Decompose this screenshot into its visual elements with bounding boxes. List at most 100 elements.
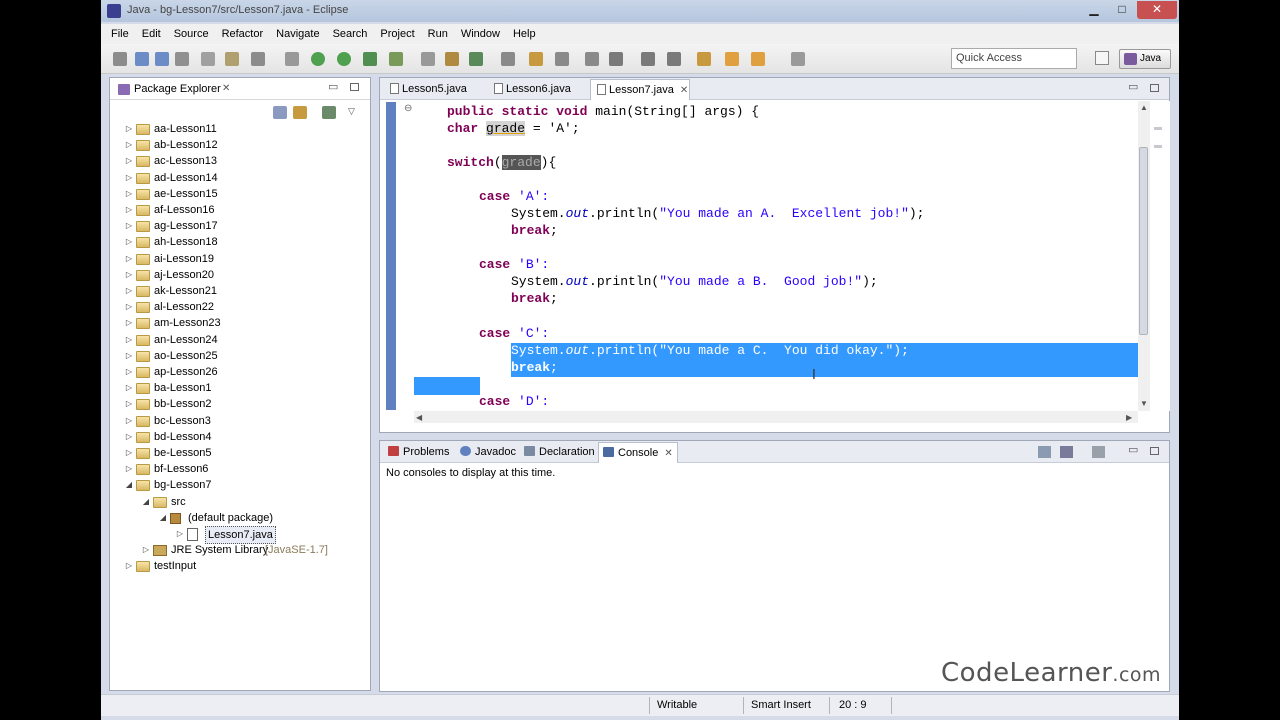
tree-item[interactable]: ▷ ak-Lesson21 <box>110 283 365 299</box>
menu-help[interactable]: Help <box>513 28 536 40</box>
java-perspective-button[interactable]: Java <box>1119 49 1171 69</box>
collapsed-chevron-icon[interactable]: ▷ <box>124 251 134 267</box>
collapsed-chevron-icon[interactable]: ▷ <box>124 461 134 477</box>
new-java-project-icon[interactable] <box>421 52 435 66</box>
menu-project[interactable]: Project <box>380 28 414 40</box>
tree-item[interactable]: ▷ ap-Lesson26 <box>110 364 365 380</box>
tree-item[interactable]: ▷ JRE System Library [JavaSE-1.7] <box>110 542 365 558</box>
tab-javadoc[interactable]: Javadoc <box>456 442 520 463</box>
menu-window[interactable]: Window <box>461 28 500 40</box>
tree-item[interactable]: ▷ bc-Lesson3 <box>110 413 365 429</box>
collapsed-chevron-icon[interactable]: ▷ <box>124 137 134 153</box>
tree-item[interactable]: ▷ ai-Lesson19 <box>110 251 365 267</box>
external-tools-icon[interactable] <box>389 52 403 66</box>
display-console-icon[interactable] <box>1060 446 1073 458</box>
tree-item[interactable]: ▷ al-Lesson22 <box>110 299 365 315</box>
back-icon[interactable] <box>725 52 739 66</box>
tree-item[interactable]: ◢ bg-Lesson7 <box>110 477 365 493</box>
tree-item[interactable]: ▷ Lesson7.java <box>110 526 365 544</box>
tree-item[interactable]: ▷ bb-Lesson2 <box>110 396 365 412</box>
close-tab-icon[interactable]: ✕ <box>664 448 672 459</box>
menu-run[interactable]: Run <box>428 28 448 40</box>
tree-item[interactable]: ▷ testInput <box>110 558 365 574</box>
collapse-all-icon[interactable] <box>273 106 287 119</box>
occurrence-marker[interactable] <box>1154 127 1162 130</box>
pin-editor-icon[interactable] <box>791 52 805 66</box>
last-edit-location-icon[interactable] <box>697 52 711 66</box>
close-button[interactable]: ✕ <box>1137 1 1177 19</box>
tree-item[interactable]: ▷ ag-Lesson17 <box>110 218 365 234</box>
tree-item[interactable]: ▷ aj-Lesson20 <box>110 267 365 283</box>
collapsed-chevron-icon[interactable]: ▷ <box>124 283 134 299</box>
expanded-chevron-icon[interactable]: ◢ <box>141 494 151 510</box>
print-icon[interactable] <box>175 52 189 66</box>
next-annotation-icon[interactable] <box>641 52 655 66</box>
tree-item[interactable]: ▷ bd-Lesson4 <box>110 429 365 445</box>
collapsed-chevron-icon[interactable]: ▷ <box>124 299 134 315</box>
tab-console[interactable]: Console ✕ <box>598 442 678 463</box>
collapsed-chevron-icon[interactable]: ▷ <box>141 542 151 558</box>
new-icon[interactable] <box>113 52 127 66</box>
maximize-editor-icon[interactable] <box>1150 84 1159 92</box>
code-area[interactable]: public static void main(String[] args) {… <box>414 101 1138 411</box>
run-icon[interactable] <box>311 52 325 66</box>
scroll-down-icon[interactable]: ▼ <box>1140 399 1148 408</box>
tree-item[interactable]: ▷ ab-Lesson12 <box>110 137 365 153</box>
quick-access-input[interactable]: Quick Access <box>951 48 1077 69</box>
focus-task-icon[interactable] <box>322 106 336 119</box>
collapsed-chevron-icon[interactable]: ▷ <box>124 202 134 218</box>
tab-declaration[interactable]: Declaration <box>520 442 599 463</box>
collapsed-chevron-icon[interactable]: ▷ <box>124 153 134 169</box>
build-icon[interactable] <box>225 52 239 66</box>
new-class-icon[interactable] <box>469 52 483 66</box>
new-package-icon[interactable] <box>445 52 459 66</box>
scroll-right-icon[interactable]: ▶ <box>1126 413 1132 422</box>
expanded-chevron-icon[interactable]: ◢ <box>124 477 134 493</box>
tree-item[interactable]: ▷ an-Lesson24 <box>110 332 365 348</box>
tree-item[interactable]: ◢ (default package) <box>110 510 365 526</box>
collapsed-chevron-icon[interactable]: ▷ <box>124 186 134 202</box>
previous-annotation-icon[interactable] <box>667 52 681 66</box>
open-task-icon[interactable] <box>529 52 543 66</box>
menu-navigate[interactable]: Navigate <box>276 28 319 40</box>
open-perspective-icon[interactable] <box>1095 51 1109 65</box>
occurrence-marker[interactable] <box>1154 145 1162 148</box>
search-icon[interactable] <box>555 52 569 66</box>
collapsed-chevron-icon[interactable]: ▷ <box>124 121 134 137</box>
collapsed-chevron-icon[interactable]: ▷ <box>124 396 134 412</box>
tree-item[interactable]: ▷ ao-Lesson25 <box>110 348 365 364</box>
minimize-console-icon[interactable]: ▭ <box>1128 443 1138 456</box>
collapsed-chevron-icon[interactable]: ▷ <box>124 170 134 186</box>
maximize-view-icon[interactable] <box>350 83 359 91</box>
maximize-button[interactable]: □ <box>1109 1 1135 19</box>
tree-item[interactable]: ▷ af-Lesson16 <box>110 202 365 218</box>
scrollbar-thumb[interactable] <box>1139 147 1148 335</box>
scroll-left-icon[interactable]: ◀ <box>416 413 422 422</box>
close-view-icon[interactable]: ✕ <box>222 83 230 94</box>
tab-lesson7[interactable]: Lesson7.java ✕ <box>590 79 690 100</box>
collapsed-chevron-icon[interactable]: ▷ <box>124 332 134 348</box>
debug-icon[interactable] <box>337 52 351 66</box>
save-icon[interactable] <box>135 52 149 66</box>
tree-item[interactable]: ▷ ae-Lesson15 <box>110 186 365 202</box>
tab-lesson6[interactable]: Lesson6.java <box>488 79 586 100</box>
menu-file[interactable]: File <box>111 28 129 40</box>
menu-refactor[interactable]: Refactor <box>222 28 264 40</box>
close-tab-icon[interactable]: ✕ <box>680 85 688 96</box>
tab-problems[interactable]: Problems <box>384 442 453 463</box>
step-icon[interactable] <box>285 52 299 66</box>
minimize-button[interactable]: ▁ <box>1081 1 1107 19</box>
maximize-console-icon[interactable] <box>1150 447 1159 455</box>
collapsed-chevron-icon[interactable]: ▷ <box>124 234 134 250</box>
editor-horizontal-scrollbar[interactable]: ◀ ▶ <box>414 411 1138 423</box>
collapsed-chevron-icon[interactable]: ▷ <box>124 429 134 445</box>
fold-toggle-icon[interactable]: ⊖ <box>404 103 412 114</box>
minimize-editor-icon[interactable]: ▭ <box>1128 80 1138 93</box>
collapsed-chevron-icon[interactable]: ▷ <box>124 558 134 574</box>
expanded-chevron-icon[interactable]: ◢ <box>158 510 168 526</box>
collapsed-chevron-icon[interactable]: ▷ <box>124 445 134 461</box>
tree-item[interactable]: ▷ ac-Lesson13 <box>110 153 365 169</box>
collapsed-chevron-icon[interactable]: ▷ <box>124 267 134 283</box>
new-console-icon[interactable] <box>1092 446 1105 458</box>
menu-edit[interactable]: Edit <box>142 28 161 40</box>
